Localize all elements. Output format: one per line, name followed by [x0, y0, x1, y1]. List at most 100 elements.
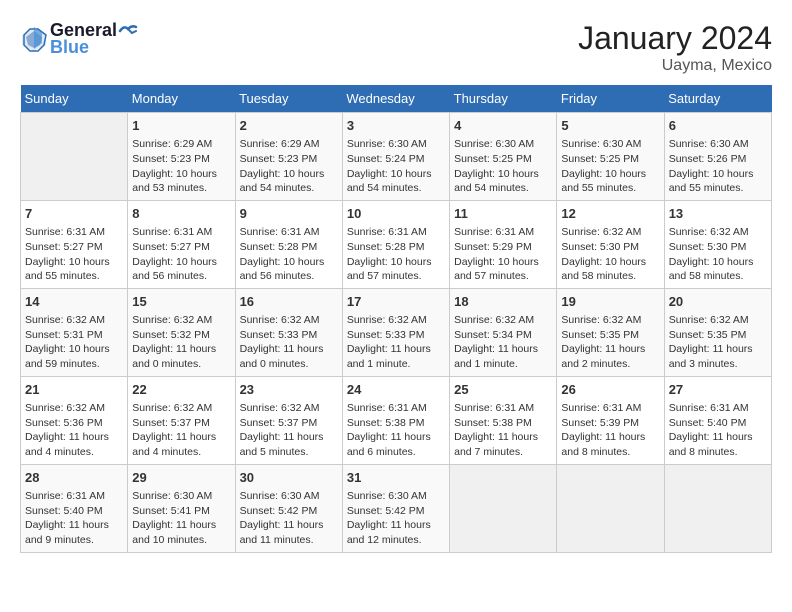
header-day-sunday: Sunday	[21, 85, 128, 113]
logo-bird	[118, 24, 138, 38]
day-info-text: Sunrise: 6:31 AM Sunset: 5:38 PM Dayligh…	[347, 401, 445, 460]
day-number: 1	[132, 117, 230, 135]
day-cell: 10 Sunrise: 6:31 AM Sunset: 5:28 PM Dayli…	[342, 200, 449, 288]
day-cell: 4Sunrise: 6:30 AM Sunset: 5:25 PM Daylig…	[450, 113, 557, 201]
day-number: 14	[25, 293, 123, 311]
day-cell: 6 Sunrise: 6:30 AM Sunset: 5:26 PM Daylig…	[664, 113, 771, 201]
day-cell: 25Sunrise: 6:31 AM Sunset: 5:38 PM Dayli…	[450, 376, 557, 464]
day-info-text: Sunrise: 6:30 AM Sunset: 5:25 PM Dayligh…	[561, 137, 659, 196]
day-number: 26	[561, 381, 659, 399]
day-number: 3	[347, 117, 445, 135]
header-day-saturday: Saturday	[664, 85, 771, 113]
day-info-text: Sunrise: 6:31 AM Sunset: 5:39 PM Dayligh…	[561, 401, 659, 460]
header-day-thursday: Thursday	[450, 85, 557, 113]
day-info-text: Sunrise: 6:32 AM Sunset: 5:31 PM Dayligh…	[25, 313, 123, 372]
location: Uayma, Mexico	[578, 57, 772, 75]
day-info-text: Sunrise: 6:32 AM Sunset: 5:34 PM Dayligh…	[454, 313, 552, 372]
day-info-text: Sunrise: 6:32 AM Sunset: 5:37 PM Dayligh…	[132, 401, 230, 460]
day-number: 12	[561, 205, 659, 223]
day-info-text: Sunrise: 6:31 AM Sunset: 5:29 PM Dayligh…	[454, 225, 552, 284]
day-cell: 27 Sunrise: 6:31 AM Sunset: 5:40 PM Dayli…	[664, 376, 771, 464]
day-number: 15	[132, 293, 230, 311]
day-info-text: Sunrise: 6:32 AM Sunset: 5:35 PM Dayligh…	[561, 313, 659, 372]
week-row-2: 7Sunrise: 6:31 AM Sunset: 5:27 PM Daylig…	[21, 200, 772, 288]
day-number: 31	[347, 469, 445, 487]
day-cell: 31Sunrise: 6:30 AM Sunset: 5:42 PM Dayli…	[342, 464, 449, 552]
day-cell: 8Sunrise: 6:31 AM Sunset: 5:27 PM Daylig…	[128, 200, 235, 288]
logo-icon	[20, 25, 48, 53]
day-info-text: Sunrise: 6:31 AM Sunset: 5:38 PM Dayligh…	[454, 401, 552, 460]
week-row-4: 21Sunrise: 6:32 AM Sunset: 5:36 PM Dayli…	[21, 376, 772, 464]
page-header: General Blue January 2024 Uayma, Mexico	[20, 20, 772, 75]
header-day-monday: Monday	[128, 85, 235, 113]
day-info-text: Sunrise: 6:29 AM Sunset: 5:23 PM Dayligh…	[132, 137, 230, 196]
day-info-text: Sunrise: 6:31 AM Sunset: 5:27 PM Dayligh…	[25, 225, 123, 284]
day-info-text: Sunrise: 6:32 AM Sunset: 5:32 PM Dayligh…	[132, 313, 230, 372]
day-info-text: Sunrise: 6:31 AM Sunset: 5:27 PM Dayligh…	[132, 225, 230, 284]
day-info-text: Sunrise: 6:30 AM Sunset: 5:26 PM Dayligh…	[669, 137, 767, 196]
day-number: 24	[347, 381, 445, 399]
month-title: January 2024	[578, 20, 772, 57]
day-info-text: Sunrise: 6:31 AM Sunset: 5:28 PM Dayligh…	[347, 225, 445, 284]
calendar-table: SundayMondayTuesdayWednesdayThursdayFrid…	[20, 85, 772, 553]
day-cell: 2 Sunrise: 6:29 AM Sunset: 5:23 PM Daylig…	[235, 113, 342, 201]
day-number: 28	[25, 469, 123, 487]
day-cell: 24 Sunrise: 6:31 AM Sunset: 5:38 PM Dayli…	[342, 376, 449, 464]
day-number: 17	[347, 293, 445, 311]
day-cell	[21, 113, 128, 201]
day-cell: 28 Sunrise: 6:31 AM Sunset: 5:40 PM Dayli…	[21, 464, 128, 552]
day-info-text: Sunrise: 6:30 AM Sunset: 5:25 PM Dayligh…	[454, 137, 552, 196]
day-info-text: Sunrise: 6:29 AM Sunset: 5:23 PM Dayligh…	[240, 137, 338, 196]
day-cell: 20 Sunrise: 6:32 AM Sunset: 5:35 PM Dayli…	[664, 288, 771, 376]
day-number: 27	[669, 381, 767, 399]
day-number: 2	[240, 117, 338, 135]
day-info-text: Sunrise: 6:30 AM Sunset: 5:41 PM Dayligh…	[132, 489, 230, 548]
logo: General Blue	[20, 20, 138, 58]
day-cell: 15 Sunrise: 6:32 AM Sunset: 5:32 PM Dayli…	[128, 288, 235, 376]
week-row-1: 1 Sunrise: 6:29 AM Sunset: 5:23 PM Daylig…	[21, 113, 772, 201]
day-cell	[664, 464, 771, 552]
day-cell: 9 Sunrise: 6:31 AM Sunset: 5:28 PM Daylig…	[235, 200, 342, 288]
day-cell: 23Sunrise: 6:32 AM Sunset: 5:37 PM Dayli…	[235, 376, 342, 464]
day-info-text: Sunrise: 6:32 AM Sunset: 5:30 PM Dayligh…	[669, 225, 767, 284]
day-info-text: Sunrise: 6:31 AM Sunset: 5:40 PM Dayligh…	[25, 489, 123, 548]
day-number: 20	[669, 293, 767, 311]
day-number: 23	[240, 381, 338, 399]
day-cell: 13Sunrise: 6:32 AM Sunset: 5:30 PM Dayli…	[664, 200, 771, 288]
day-cell: 3 Sunrise: 6:30 AM Sunset: 5:24 PM Daylig…	[342, 113, 449, 201]
day-number: 9	[240, 205, 338, 223]
header-day-friday: Friday	[557, 85, 664, 113]
day-info-text: Sunrise: 6:31 AM Sunset: 5:28 PM Dayligh…	[240, 225, 338, 284]
day-cell: 22 Sunrise: 6:32 AM Sunset: 5:37 PM Dayli…	[128, 376, 235, 464]
day-number: 19	[561, 293, 659, 311]
day-info-text: Sunrise: 6:30 AM Sunset: 5:42 PM Dayligh…	[240, 489, 338, 548]
week-row-3: 14 Sunrise: 6:32 AM Sunset: 5:31 PM Dayli…	[21, 288, 772, 376]
day-number: 5	[561, 117, 659, 135]
day-cell	[450, 464, 557, 552]
day-cell: 16Sunrise: 6:32 AM Sunset: 5:33 PM Dayli…	[235, 288, 342, 376]
day-number: 11	[454, 205, 552, 223]
week-row-5: 28 Sunrise: 6:31 AM Sunset: 5:40 PM Dayli…	[21, 464, 772, 552]
day-cell	[557, 464, 664, 552]
day-info-text: Sunrise: 6:32 AM Sunset: 5:30 PM Dayligh…	[561, 225, 659, 284]
day-cell: 14 Sunrise: 6:32 AM Sunset: 5:31 PM Dayli…	[21, 288, 128, 376]
day-number: 22	[132, 381, 230, 399]
day-info-text: Sunrise: 6:31 AM Sunset: 5:40 PM Dayligh…	[669, 401, 767, 460]
day-number: 30	[240, 469, 338, 487]
day-cell: 19 Sunrise: 6:32 AM Sunset: 5:35 PM Dayli…	[557, 288, 664, 376]
day-cell: 12 Sunrise: 6:32 AM Sunset: 5:30 PM Dayli…	[557, 200, 664, 288]
day-info-text: Sunrise: 6:32 AM Sunset: 5:35 PM Dayligh…	[669, 313, 767, 372]
day-number: 29	[132, 469, 230, 487]
day-number: 18	[454, 293, 552, 311]
day-info-text: Sunrise: 6:30 AM Sunset: 5:24 PM Dayligh…	[347, 137, 445, 196]
day-cell: 5 Sunrise: 6:30 AM Sunset: 5:25 PM Daylig…	[557, 113, 664, 201]
day-number: 6	[669, 117, 767, 135]
day-cell: 7Sunrise: 6:31 AM Sunset: 5:27 PM Daylig…	[21, 200, 128, 288]
day-cell: 30 Sunrise: 6:30 AM Sunset: 5:42 PM Dayli…	[235, 464, 342, 552]
day-info-text: Sunrise: 6:32 AM Sunset: 5:33 PM Dayligh…	[240, 313, 338, 372]
title-block: January 2024 Uayma, Mexico	[578, 20, 772, 75]
day-number: 10	[347, 205, 445, 223]
header-day-wednesday: Wednesday	[342, 85, 449, 113]
day-cell: 21Sunrise: 6:32 AM Sunset: 5:36 PM Dayli…	[21, 376, 128, 464]
day-number: 21	[25, 381, 123, 399]
